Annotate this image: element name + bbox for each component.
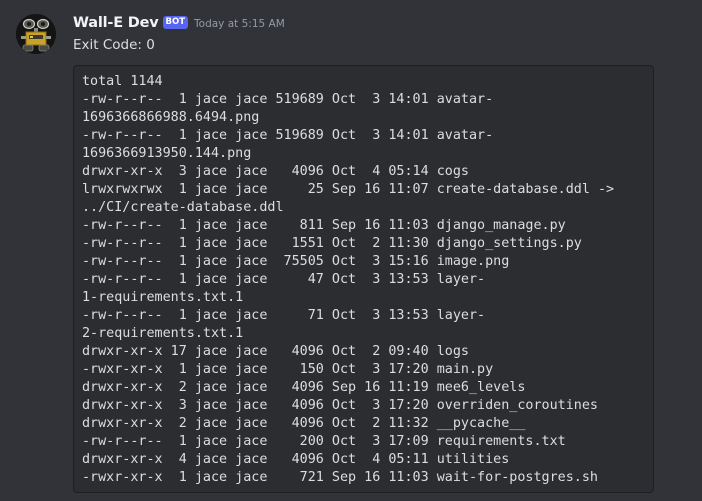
code-line: drwxr-xr-x 3 jace jace 4096 Oct 4 05:14 …: [82, 164, 469, 179]
code-line: -rw-r--r-- 1 jace jace 75505 Oct 3 15:16…: [82, 254, 510, 269]
code-line: -rw-r--r-- 1 jace jace 200 Oct 3 17:09 r…: [82, 434, 566, 449]
bot-badge: BOT: [162, 15, 189, 29]
code-line: -rw-r--r-- 1 jace jace 1551 Oct 2 11:30 …: [82, 236, 582, 251]
code-line: -rwxr-xr-x 1 jace jace 721 Sep 16 11:03 …: [82, 470, 598, 485]
chat-message: Wall-E Dev BOT Today at 5:15 AM Exit Cod…: [0, 0, 702, 501]
author-name[interactable]: Wall-E Dev: [73, 15, 159, 31]
code-line: -rw-r--r-- 1 jace jace 71 Oct 3 13:53 la…: [82, 308, 486, 323]
code-line: -rw-r--r-- 1 jace jace 519689 Oct 3 14:0…: [82, 92, 494, 107]
code-line: -rw-r--r-- 1 jace jace 519689 Oct 3 14:0…: [82, 128, 494, 143]
code-line: lrwxrwxrwx 1 jace jace 25 Sep 16 11:07 c…: [82, 182, 615, 197]
robot-avatar-icon[interactable]: [16, 14, 56, 54]
code-line: ../CI/create-database.ddl: [82, 200, 284, 215]
code-line: 1696366866988.6494.png: [82, 110, 260, 125]
code-line: -rwxr-xr-x 1 jace jace 150 Oct 3 17:20 m…: [82, 362, 494, 377]
code-line: drwxr-xr-x 2 jace jace 4096 Sep 16 11:19…: [82, 380, 526, 395]
code-line: 1-requirements.txt.1: [82, 290, 244, 305]
code-line: drwxr-xr-x 17 jace jace 4096 Oct 2 09:40…: [82, 344, 469, 359]
code-block[interactable]: total 1144 -rw-r--r-- 1 jace jace 519689 …: [73, 65, 654, 493]
code-line: drwxr-xr-x 3 jace jace 4096 Oct 3 17:20 …: [82, 398, 598, 413]
code-line: -rw-r--r-- 1 jace jace 47 Oct 3 13:53 la…: [82, 272, 486, 287]
code-line: -rw-r--r-- 1 jace jace 811 Sep 16 11:03 …: [82, 218, 566, 233]
code-content: total 1144 -rw-r--r-- 1 jace jace 519689 …: [82, 73, 653, 487]
code-line: drwxr-xr-x 4 jace jace 4096 Oct 4 05:11 …: [82, 452, 510, 467]
code-line: total 1144: [82, 74, 163, 89]
code-line: drwxr-xr-x 2 jace jace 4096 Oct 2 11:32 …: [82, 416, 526, 431]
code-line: 1696366913950.144.png: [82, 146, 252, 161]
message-text: Exit Code: 0: [73, 37, 155, 53]
code-line: 2-requirements.txt.1: [82, 326, 244, 341]
message-header: Wall-E Dev BOT Today at 5:15 AM: [73, 12, 285, 34]
message-timestamp[interactable]: Today at 5:15 AM: [194, 18, 285, 30]
